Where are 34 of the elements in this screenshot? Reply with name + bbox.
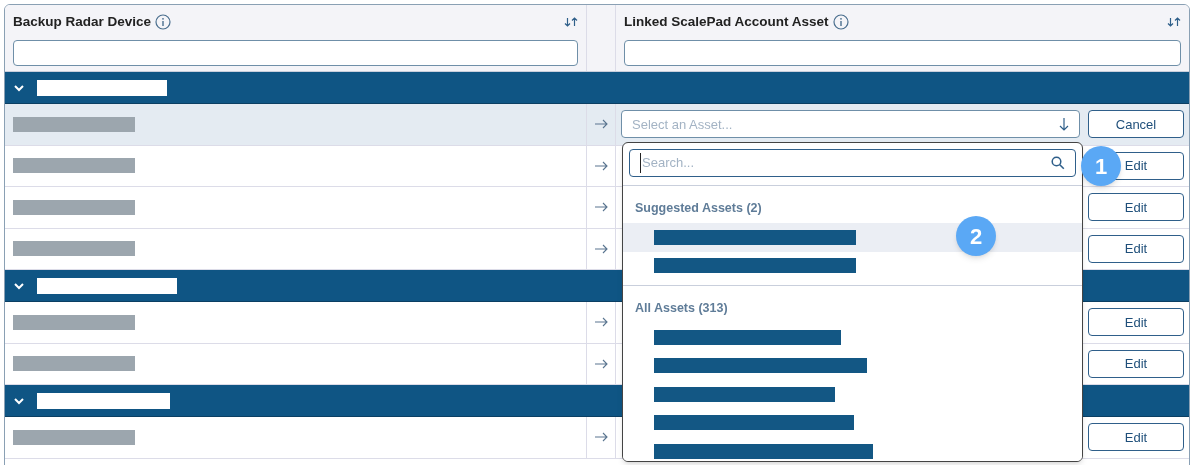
arrow-down-icon xyxy=(1059,117,1069,132)
row-action-button[interactable]: Edit xyxy=(1088,234,1184,263)
arrow-right-icon xyxy=(594,202,608,213)
arrow-right-icon xyxy=(594,243,608,254)
arrow-right-icon xyxy=(594,358,608,369)
asset-option[interactable] xyxy=(623,223,1082,252)
row-action-button[interactable]: Edit xyxy=(1088,308,1184,337)
filter-field[interactable] xyxy=(624,40,1181,66)
info-icon[interactable] xyxy=(155,14,172,31)
arrow-right-icon xyxy=(594,160,608,171)
chevron-icon[interactable] xyxy=(13,281,25,290)
arrow-right-icon xyxy=(594,317,608,328)
sort-icon[interactable] xyxy=(564,17,578,28)
row-action-button[interactable]: Edit xyxy=(1088,193,1184,222)
asset-option[interactable] xyxy=(623,437,1082,461)
table-row[interactable]: Select an Asset... Cancel xyxy=(5,104,1189,146)
row-action-button[interactable]: Cancel xyxy=(1088,110,1184,139)
sort-icon[interactable] xyxy=(1167,17,1181,28)
search-icon[interactable] xyxy=(1051,156,1065,170)
arrow-right-icon xyxy=(594,432,608,443)
column-header: Linked ScalePad Account Asset xyxy=(624,13,829,31)
arrow-right-icon xyxy=(594,119,608,130)
asset-option[interactable] xyxy=(623,251,1082,280)
section-heading: All Assets (313) xyxy=(635,301,728,315)
chevron-icon[interactable] xyxy=(13,83,25,92)
row-action-button[interactable]: Edit xyxy=(1088,423,1184,452)
info-icon[interactable] xyxy=(832,14,849,31)
chevron-icon[interactable] xyxy=(13,396,25,405)
section-heading: Suggested Assets (2) xyxy=(635,201,762,215)
empty-header-cell xyxy=(586,5,616,71)
column-header: Backup Radar Device xyxy=(13,13,152,31)
filter-field[interactable] xyxy=(13,40,578,66)
row-action-button[interactable]: Edit xyxy=(1088,349,1184,378)
group-header[interactable] xyxy=(5,72,1189,104)
